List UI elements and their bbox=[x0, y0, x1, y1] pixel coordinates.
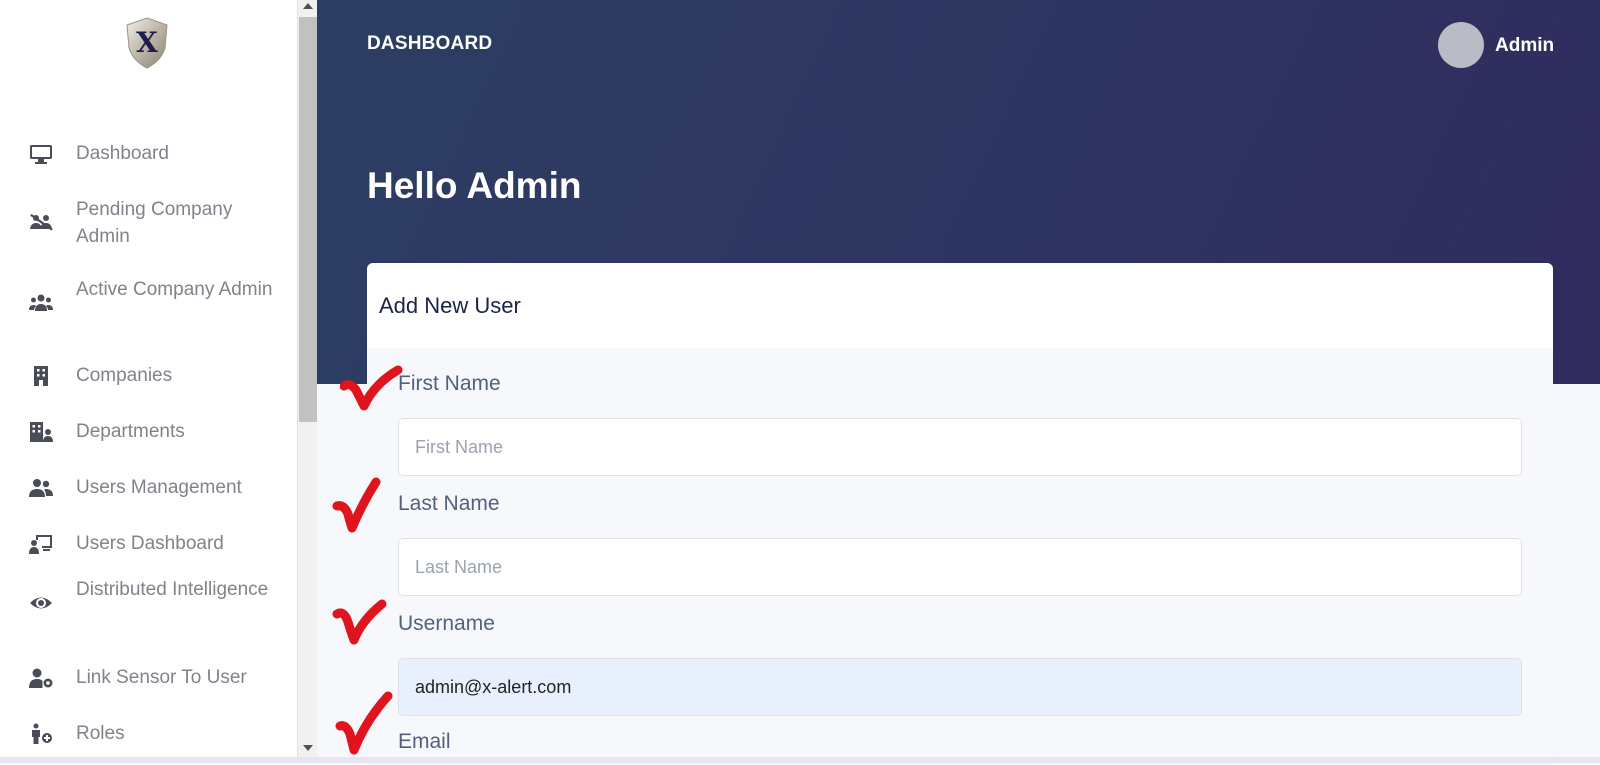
username-input[interactable] bbox=[398, 658, 1522, 716]
greeting-heading: Hello Admin bbox=[367, 165, 582, 206]
sidebar-item-label: Distributed Intelligence bbox=[76, 579, 269, 600]
checkmark-icon bbox=[334, 690, 398, 760]
email-label: Email bbox=[398, 730, 451, 753]
building-icon bbox=[28, 365, 54, 387]
sidebar-item-pending-company-admin[interactable]: Pending Company Admin bbox=[0, 196, 297, 250]
user-name[interactable]: Admin bbox=[1495, 35, 1554, 57]
sidebar-item-label: Users Dashboard bbox=[76, 533, 224, 554]
card-header: Add New User bbox=[367, 263, 1553, 348]
scrollbar-thumb[interactable] bbox=[299, 17, 317, 422]
first-name-input[interactable] bbox=[398, 418, 1522, 476]
users-group-icon bbox=[28, 292, 54, 314]
sidebar-item-distributed-intelligence[interactable]: Distributed Intelligence bbox=[0, 576, 297, 630]
sidebar-item-label: Active Company Admin bbox=[76, 279, 273, 300]
sidebar-item-label: Roles bbox=[76, 723, 125, 744]
sidebar-item-roles[interactable]: Roles bbox=[0, 720, 297, 747]
checkmark-icon bbox=[332, 598, 392, 654]
sidebar-scrollbar[interactable] bbox=[297, 0, 317, 757]
checkmark-icon bbox=[339, 364, 404, 420]
first-name-label: First Name bbox=[398, 372, 501, 395]
svg-text:X: X bbox=[136, 26, 158, 59]
users-slash-icon bbox=[28, 212, 54, 234]
sidebar-item-label: Link Sensor To User bbox=[76, 667, 247, 688]
scroll-down-arrow-icon[interactable] bbox=[303, 745, 313, 751]
sidebar-item-link-sensor-to-user[interactable]: Link Sensor To User bbox=[0, 664, 297, 691]
avatar[interactable] bbox=[1438, 22, 1484, 68]
chalkboard-user-icon bbox=[28, 533, 54, 555]
person-plus-icon bbox=[28, 723, 54, 745]
sidebar-item-label: Pending Company Admin bbox=[76, 199, 233, 247]
user-gear-icon bbox=[28, 667, 54, 689]
sidebar-item-active-company-admin[interactable]: Active Company Admin bbox=[0, 276, 297, 330]
last-name-input[interactable] bbox=[398, 538, 1522, 596]
sidebar-item-users-management[interactable]: Users Management bbox=[0, 474, 297, 501]
sidebar-item-label: Departments bbox=[76, 421, 185, 442]
monitor-icon bbox=[28, 143, 54, 165]
app-logo[interactable]: X bbox=[124, 16, 170, 70]
checkmark-icon bbox=[332, 476, 388, 536]
sidebar: X Dashboard Pending Company Admin Active… bbox=[0, 0, 297, 757]
building-user-icon bbox=[28, 421, 54, 443]
scroll-up-arrow-icon[interactable] bbox=[303, 3, 313, 9]
card-title: Add New User bbox=[379, 293, 521, 318]
last-name-label: Last Name bbox=[398, 492, 500, 515]
sidebar-item-dashboard[interactable]: Dashboard bbox=[0, 140, 297, 167]
header-title[interactable]: DASHBOARD bbox=[367, 33, 492, 55]
sidebar-item-users-dashboard[interactable]: Users Dashboard bbox=[0, 530, 297, 557]
sidebar-item-label: Companies bbox=[76, 365, 173, 386]
sidebar-item-label: Dashboard bbox=[76, 143, 169, 164]
sidebar-item-departments[interactable]: Departments bbox=[0, 418, 297, 445]
username-label: Username bbox=[398, 612, 495, 635]
sidebar-item-label: Users Management bbox=[76, 477, 242, 498]
sidebar-item-companies[interactable]: Companies bbox=[0, 362, 297, 389]
user-friends-icon bbox=[28, 477, 54, 499]
eye-icon bbox=[28, 592, 54, 614]
window-bottom-edge bbox=[0, 757, 1600, 763]
add-user-card: Add New User First Name Last Name Userna… bbox=[367, 263, 1553, 763]
